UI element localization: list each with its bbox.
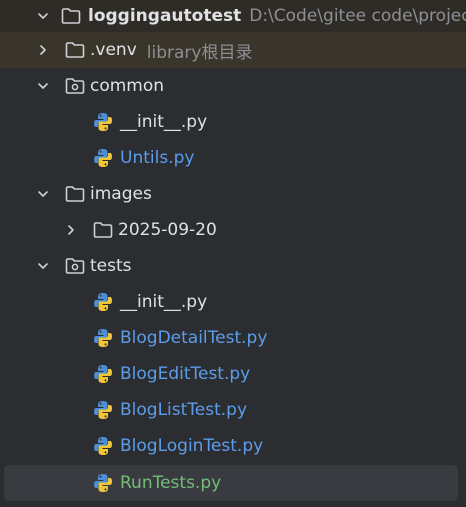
python-file-icon	[92, 399, 114, 421]
tree-row-venv[interactable]: .venv library根目录	[0, 32, 466, 68]
file-name: BlogLoginTest.py	[120, 436, 264, 456]
venv-folder-name: .venv	[90, 40, 137, 60]
project-tree: loggingautotest D:\Code\gitee code\proje…	[0, 0, 466, 507]
tree-row-file[interactable]: __init__.py	[0, 284, 466, 320]
tree-row-subfolder[interactable]: 2025-09-20	[0, 212, 466, 248]
file-name: RunTests.py	[120, 473, 222, 493]
tree-row-file[interactable]: __init__.py	[0, 104, 466, 140]
python-file-icon	[92, 363, 114, 385]
folder-icon	[64, 39, 86, 61]
root-folder-name: loggingautotest	[88, 6, 242, 26]
chevron-down-icon[interactable]	[36, 79, 50, 93]
folder-icon	[60, 5, 82, 27]
python-file-icon	[92, 291, 114, 313]
chevron-down-icon[interactable]	[36, 187, 50, 201]
folder-icon	[64, 183, 86, 205]
chevron-right-icon[interactable]	[36, 43, 50, 57]
tree-row-tests[interactable]: tests	[0, 248, 466, 284]
tests-folder-name: tests	[90, 256, 132, 276]
tree-row-file[interactable]: BlogEditTest.py	[0, 356, 466, 392]
python-file-icon	[92, 111, 114, 133]
python-file-icon	[92, 147, 114, 169]
file-name: BlogListTest.py	[120, 400, 248, 420]
tree-row-root[interactable]: loggingautotest D:\Code\gitee code\proje…	[0, 0, 466, 34]
file-name: __init__.py	[120, 112, 208, 132]
python-file-icon	[92, 435, 114, 457]
chevron-down-icon[interactable]	[36, 259, 50, 273]
chevron-right-icon[interactable]	[64, 223, 78, 237]
tree-row-file[interactable]: Untils.py	[0, 140, 466, 176]
file-name: __init__.py	[120, 292, 208, 312]
images-folder-name: images	[90, 184, 152, 204]
venv-library-hint: library根目录	[146, 42, 253, 63]
tree-row-images[interactable]: images	[0, 176, 466, 212]
tree-row-file[interactable]: BlogListTest.py	[0, 392, 466, 428]
package-folder-icon	[64, 255, 86, 277]
tree-row-file[interactable]: BlogLoginTest.py	[0, 428, 466, 464]
file-name: Untils.py	[120, 148, 195, 168]
tree-row-file[interactable]: BlogDetailTest.py	[0, 320, 466, 356]
file-name: BlogEditTest.py	[120, 364, 251, 384]
folder-icon	[92, 219, 114, 241]
common-folder-name: common	[90, 76, 165, 96]
tree-row-file-selected[interactable]: RunTests.py	[4, 465, 458, 501]
file-name: BlogDetailTest.py	[120, 328, 268, 348]
chevron-down-icon[interactable]	[36, 9, 50, 23]
root-folder-path: D:\Code\gitee code\project\l	[249, 6, 466, 26]
python-file-icon	[92, 472, 114, 494]
tree-row-common[interactable]: common	[0, 68, 466, 104]
subfolder-name: 2025-09-20	[118, 220, 217, 240]
python-file-icon	[92, 327, 114, 349]
package-folder-icon	[64, 75, 86, 97]
